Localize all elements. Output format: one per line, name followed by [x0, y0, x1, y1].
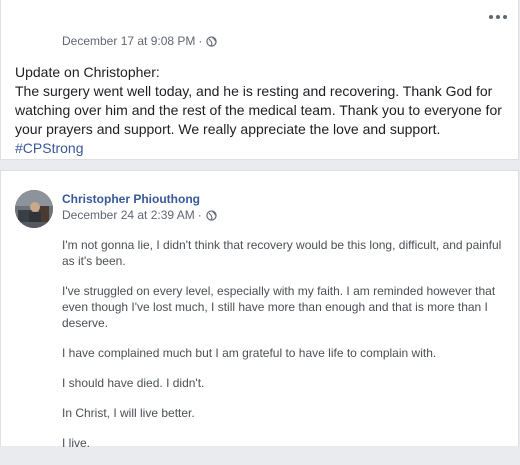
- meta-separator: ·: [198, 34, 203, 48]
- post-paragraph: I have complained much but I am grateful…: [62, 346, 437, 360]
- avatar-photo: [15, 190, 53, 228]
- avatar[interactable]: [15, 190, 53, 228]
- more-options-icon[interactable]: [487, 9, 509, 25]
- post-card: Christopher Phiouthong December 24 at 2:…: [0, 170, 519, 450]
- post-text: Update on Christopher: The surgery went …: [15, 63, 510, 158]
- post-paragraph: The surgery went well today, and he is r…: [15, 83, 502, 137]
- post-paragraph: In Christ, I will live better.: [62, 406, 195, 420]
- post-meta: December 17 at 9:08 PM ·: [62, 34, 218, 48]
- post-paragraph: I live.: [62, 436, 91, 450]
- post-paragraph: I'm not gonna lie, I didn't think that r…: [62, 238, 502, 268]
- post-timestamp[interactable]: December 17 at 9:08 PM: [62, 34, 195, 48]
- globe-icon[interactable]: [206, 209, 217, 221]
- post-paragraph: I've struggled on every level, especiall…: [62, 284, 496, 330]
- meta-separator: ·: [197, 208, 202, 222]
- post-meta: December 24 at 2:39 AM ·: [62, 208, 217, 222]
- post-timestamp[interactable]: December 24 at 2:39 AM: [62, 208, 195, 222]
- hashtag-link[interactable]: #CPStrong: [15, 140, 83, 156]
- shared-post-card: December 17 at 9:08 PM · Update on Chris…: [0, 0, 519, 160]
- author-name-link[interactable]: Christopher Phiouthong: [62, 192, 200, 206]
- globe-icon[interactable]: [206, 35, 218, 47]
- post-text: I'm not gonna lie, I didn't think that r…: [62, 237, 507, 465]
- post-heading-line: Update on Christopher:: [15, 64, 160, 80]
- post-paragraph: I should have died. I didn't.: [62, 376, 205, 390]
